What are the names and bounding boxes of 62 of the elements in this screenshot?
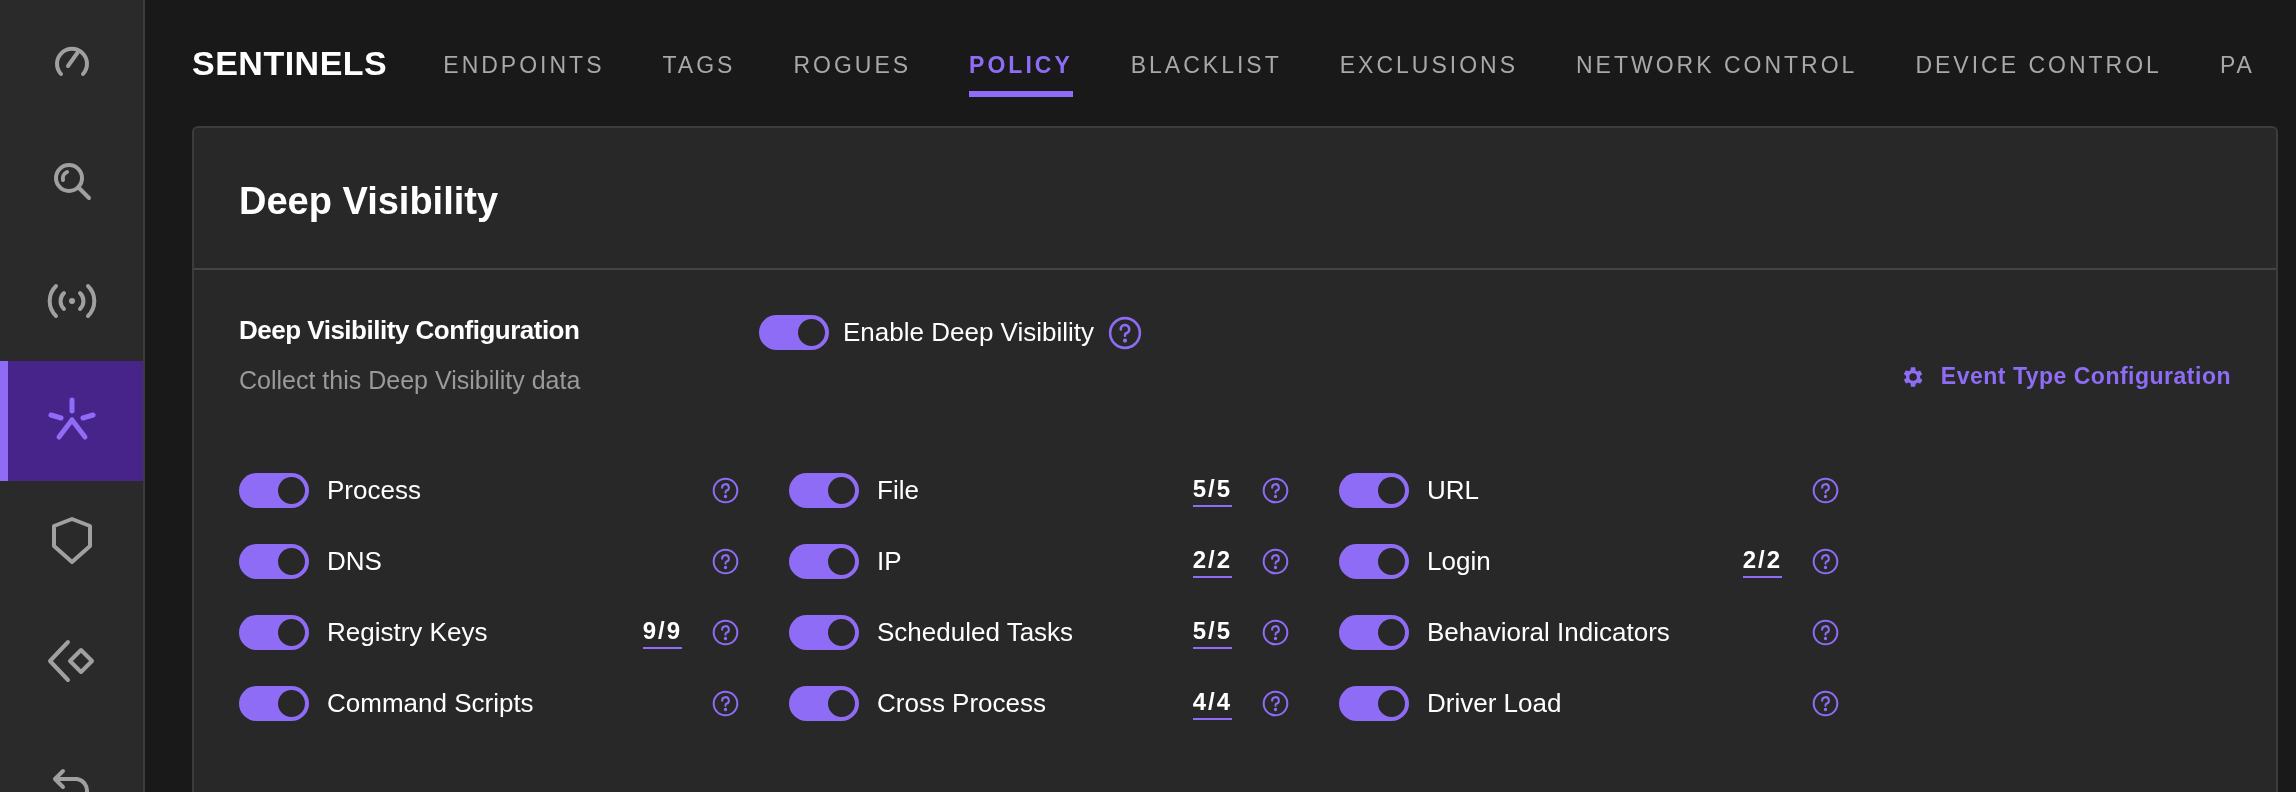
toggle-switch[interactable]: [759, 315, 829, 350]
toggle-switch[interactable]: [789, 544, 859, 579]
count-link[interactable]: 9/9: [642, 616, 682, 649]
page-title: SENTINELS: [192, 43, 388, 83]
toggle-label: URL: [1427, 475, 1480, 506]
help-icon[interactable]: [1108, 315, 1142, 350]
help-icon[interactable]: [1812, 690, 1839, 717]
nav-tab[interactable]: ROGUES: [793, 35, 912, 97]
help-icon[interactable]: [1262, 548, 1289, 575]
panel-title: Deep Visibility: [194, 128, 2276, 270]
toggle-label: Behavioral Indicators: [1427, 617, 1671, 648]
toggle-switch[interactable]: [789, 615, 859, 650]
toggle-label: Process: [327, 475, 422, 506]
toggle-label: Cross Process: [877, 688, 1048, 719]
toggle-label: File: [877, 475, 920, 506]
toggle-label: Scheduled Tasks: [877, 617, 1075, 648]
help-icon[interactable]: [1262, 690, 1289, 717]
toggle-switch[interactable]: [239, 686, 309, 721]
help-icon[interactable]: [1812, 548, 1839, 575]
toggle-label: Driver Load: [1427, 688, 1563, 719]
event-type-link[interactable]: Event Type Configuration: [1898, 363, 2231, 390]
broadcast-icon: [46, 283, 97, 319]
nav-tab[interactable]: EXCLUSIONS: [1339, 35, 1518, 97]
help-icon[interactable]: [1812, 477, 1839, 504]
section-subtitle: Collect this Deep Visibility data: [239, 366, 582, 395]
toggle-label: Enable Deep Visibility: [843, 317, 1094, 348]
nav-tab[interactable]: DEVICE CONTROL: [1915, 35, 2162, 97]
shield-icon: [50, 516, 93, 566]
sidebar-item[interactable]: [0, 361, 143, 481]
count-link[interactable]: 4/4: [1192, 687, 1232, 720]
count-link[interactable]: 5/5: [1192, 474, 1232, 507]
section-title: Deep Visibility Configuration: [239, 315, 581, 346]
toggle-label: Registry Keys: [327, 617, 489, 648]
toggle-switch[interactable]: [239, 544, 309, 579]
count-link[interactable]: 2/2: [1192, 545, 1232, 578]
toggle-switch[interactable]: [239, 473, 309, 508]
toggle-label: IP: [877, 546, 903, 577]
nav-tab[interactable]: POLICY: [969, 35, 1073, 97]
nav-tab[interactable]: NETWORK CONTROL: [1576, 35, 1858, 97]
toggle-switch[interactable]: [1339, 473, 1409, 508]
help-icon[interactable]: [712, 690, 739, 717]
count-link[interactable]: 2/2: [1742, 545, 1782, 578]
toggle-switch[interactable]: [1339, 544, 1409, 579]
help-icon[interactable]: [1262, 477, 1289, 504]
toggle-label: Command Scripts: [327, 688, 535, 719]
help-icon[interactable]: [712, 477, 739, 504]
help-icon[interactable]: [1262, 619, 1289, 646]
nav-tab[interactable]: PA: [2219, 35, 2255, 97]
help-icon[interactable]: [712, 548, 739, 575]
toggle-switch[interactable]: [239, 615, 309, 650]
toggle-switch[interactable]: [1339, 686, 1409, 721]
toggle-switch[interactable]: [789, 686, 859, 721]
nav-tab[interactable]: BLACKLIST: [1130, 35, 1282, 97]
help-icon[interactable]: [712, 619, 739, 646]
toggle-label: DNS: [327, 546, 383, 577]
nav-tab[interactable]: TAGS: [662, 35, 736, 97]
toggle-label: Login: [1427, 546, 1492, 577]
nav-tab[interactable]: ENDPOINTS: [443, 35, 605, 97]
count-link[interactable]: 5/5: [1192, 616, 1232, 649]
toggle-switch[interactable]: [789, 473, 859, 508]
toggle-switch[interactable]: [1339, 615, 1409, 650]
help-icon[interactable]: [1812, 619, 1839, 646]
